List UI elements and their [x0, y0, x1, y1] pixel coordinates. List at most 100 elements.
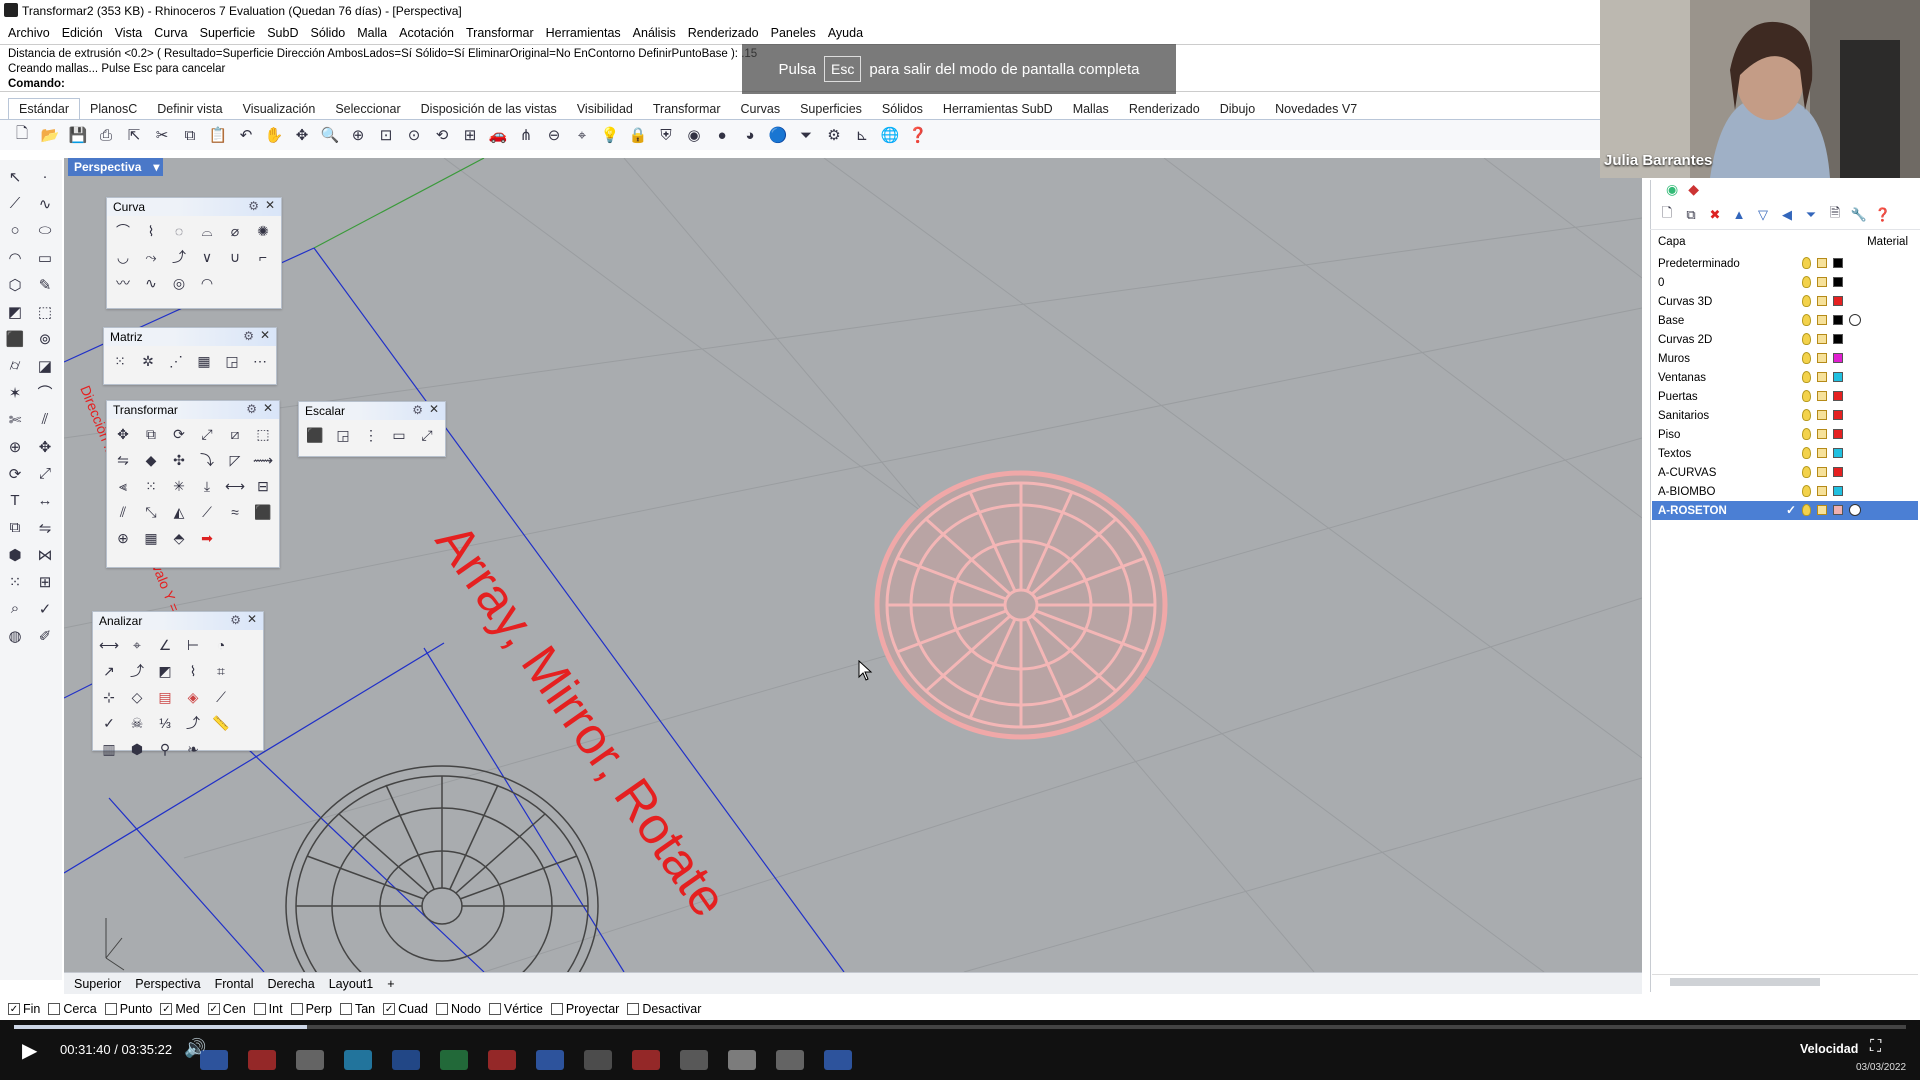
- osnap-option[interactable]: Desactivar: [627, 1002, 701, 1016]
- layer-color-swatch[interactable]: [1833, 391, 1843, 401]
- taskbar-app-icon[interactable]: [392, 1050, 420, 1070]
- material-column-header[interactable]: Material: [1842, 236, 1918, 252]
- toolbar-tab[interactable]: Novedades V7: [1265, 99, 1367, 119]
- close-icon[interactable]: ✕: [260, 328, 270, 342]
- check-icon[interactable]: ✓: [97, 711, 121, 735]
- toolbar-tab[interactable]: Estándar: [8, 98, 81, 119]
- menu-item[interactable]: Transformar: [466, 26, 534, 40]
- layer-color-swatch[interactable]: [1833, 429, 1843, 439]
- text-icon[interactable]: T: [2, 488, 28, 513]
- area-icon[interactable]: ◩: [153, 659, 177, 683]
- array-curve-icon[interactable]: ⋰: [164, 349, 188, 373]
- layer-color-swatch[interactable]: [1833, 448, 1843, 458]
- filter-icon[interactable]: ⏷: [794, 123, 818, 147]
- polygon-icon[interactable]: ⬡: [2, 272, 28, 297]
- select-arrow-icon[interactable]: ↖: [2, 164, 28, 189]
- fullscreen-icon[interactable]: ⛶: [1870, 1038, 1881, 1056]
- lock-icon[interactable]: [1817, 296, 1827, 306]
- deviation-icon[interactable]: ⊹: [97, 685, 121, 709]
- dimension-linear-icon[interactable]: ↔: [32, 488, 58, 513]
- array-polar-icon[interactable]: ✲: [136, 349, 160, 373]
- dimension-icon[interactable]: ⊾: [850, 123, 874, 147]
- split-icon[interactable]: ⫽: [111, 500, 135, 524]
- length-icon[interactable]: ⊢: [181, 633, 205, 657]
- solid-icon[interactable]: ⬢: [2, 542, 28, 567]
- toolbar-tab[interactable]: Superficies: [790, 99, 872, 119]
- lock-icon[interactable]: 🔒: [626, 123, 650, 147]
- view-tab[interactable]: Perspectiva: [135, 977, 200, 991]
- flow-icon[interactable]: ⟿: [251, 448, 275, 472]
- thickness-icon[interactable]: ⤴: [181, 711, 205, 735]
- menu-item[interactable]: Vista: [115, 26, 143, 40]
- toolbar-tab[interactable]: Visibilidad: [567, 99, 643, 119]
- cut-icon[interactable]: ✂: [150, 123, 174, 147]
- splop-icon[interactable]: ◭: [167, 500, 191, 524]
- spiral-icon[interactable]: ⌀: [223, 219, 247, 243]
- globe-icon[interactable]: 🌐: [878, 123, 902, 147]
- osnap-option[interactable]: Punto: [104, 1002, 152, 1016]
- twist-icon[interactable]: ✣: [167, 448, 191, 472]
- light-bulb-icon[interactable]: [1802, 447, 1811, 459]
- layer-row[interactable]: Textos: [1652, 444, 1918, 463]
- v-curve-icon[interactable]: ∨: [195, 245, 219, 269]
- gumball-icon[interactable]: ⊕: [111, 526, 135, 550]
- smash-icon[interactable]: ✳: [167, 474, 191, 498]
- options-gear-icon[interactable]: ⚙: [822, 123, 846, 147]
- light-bulb-icon[interactable]: [1802, 390, 1811, 402]
- taskbar-app-icon[interactable]: [488, 1050, 516, 1070]
- arc-blend-icon[interactable]: ◠: [195, 271, 219, 295]
- toolbar-tab[interactable]: Disposición de las vistas: [411, 99, 567, 119]
- curve-icon[interactable]: ∿: [32, 191, 58, 216]
- gear-icon[interactable]: ⚙: [246, 402, 257, 416]
- lock-icon[interactable]: [1817, 429, 1827, 439]
- zoom-selected-icon[interactable]: ⊙: [402, 123, 426, 147]
- perspective-viewport[interactable]: Array, Mirror, Rotate Dirección ... Inte…: [64, 158, 1642, 972]
- help-icon[interactable]: ❓: [1874, 206, 1892, 224]
- osnap-checkbox[interactable]: ✓: [160, 1003, 173, 1015]
- curvature-color-icon[interactable]: ◈: [181, 685, 205, 709]
- export-icon[interactable]: ⇱: [122, 123, 146, 147]
- scale-icon[interactable]: ⤢: [195, 422, 219, 446]
- curvature-icon[interactable]: ⤴: [125, 659, 149, 683]
- copy-icon[interactable]: ⧉: [139, 422, 163, 446]
- rose-window-selected[interactable]: [874, 470, 1168, 740]
- light-bulb-icon[interactable]: [1802, 409, 1811, 421]
- toolbar-tab[interactable]: Seleccionar: [325, 99, 410, 119]
- layer-row[interactable]: Puertas: [1652, 387, 1918, 406]
- rectangle-icon[interactable]: ▭: [32, 245, 58, 270]
- shield-icon[interactable]: ⛨: [654, 123, 678, 147]
- layer-row[interactable]: A-ROSETON ✓: [1652, 501, 1918, 520]
- close-icon[interactable]: ✕: [429, 402, 439, 416]
- layer-color-swatch[interactable]: [1833, 467, 1843, 477]
- light-bulb-icon[interactable]: [1802, 352, 1811, 364]
- slide-icon[interactable]: ⟋: [195, 500, 219, 524]
- scrollbar-thumb[interactable]: [1670, 978, 1820, 986]
- toolbar-tab[interactable]: Curvas: [730, 99, 790, 119]
- blend-icon[interactable]: ⤳: [139, 245, 163, 269]
- set-pt-icon[interactable]: ⟷: [223, 474, 247, 498]
- osnap-checkbox[interactable]: [48, 1003, 61, 1015]
- viewport-title[interactable]: Perspectiva ▾: [68, 158, 164, 176]
- array-icon[interactable]: ⁙: [139, 474, 163, 498]
- layer-row[interactable]: Muros: [1652, 349, 1918, 368]
- lock-icon[interactable]: [1817, 448, 1827, 458]
- light-bulb-icon[interactable]: [1802, 314, 1811, 326]
- osnap-option[interactable]: Vértice: [488, 1002, 543, 1016]
- orient-icon[interactable]: ◆: [139, 448, 163, 472]
- red-arrow-icon[interactable]: ➡: [195, 526, 219, 550]
- sketch-icon[interactable]: 〰: [111, 271, 135, 295]
- layer-color-swatch[interactable]: [1833, 277, 1843, 287]
- undo-icon[interactable]: ↶: [234, 123, 258, 147]
- trim-icon[interactable]: ✄: [2, 407, 28, 432]
- zoom-icon[interactable]: 🔍: [318, 123, 342, 147]
- fillet-icon[interactable]: ⌒: [32, 380, 58, 405]
- loft-icon[interactable]: ◪: [32, 353, 58, 378]
- rotate-icon[interactable]: ⟳: [2, 461, 28, 486]
- render-sphere-icon[interactable]: 🔵: [766, 123, 790, 147]
- move-parent-icon[interactable]: ◀: [1778, 206, 1796, 224]
- menu-item[interactable]: Ayuda: [828, 26, 863, 40]
- light-bulb-icon[interactable]: [1802, 504, 1811, 516]
- layer-color-swatch[interactable]: [1833, 258, 1843, 268]
- block-icon[interactable]: ⊞: [32, 569, 58, 594]
- layer-row[interactable]: Ventanas: [1652, 368, 1918, 387]
